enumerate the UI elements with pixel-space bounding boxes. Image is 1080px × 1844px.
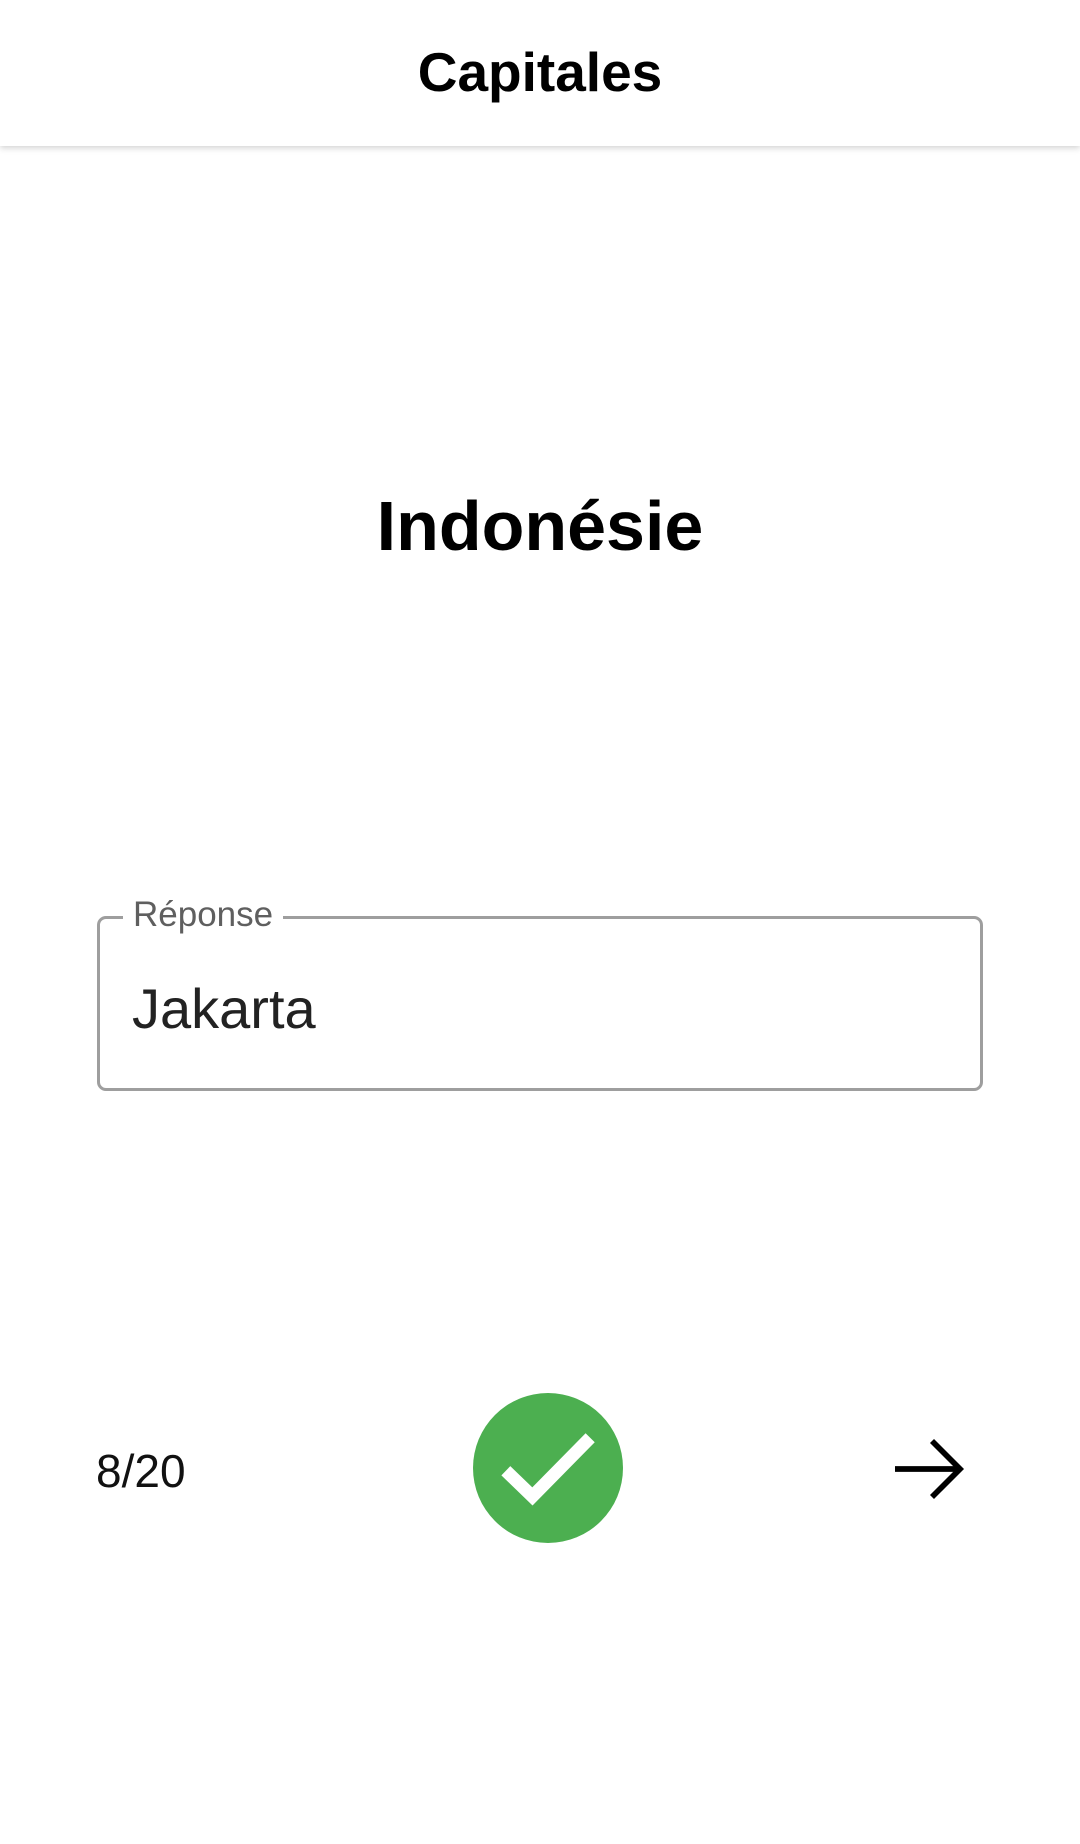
answer-field[interactable]: Réponse — [97, 893, 983, 1091]
check-icon — [501, 1433, 595, 1506]
app-title: Capitales — [417, 41, 663, 103]
next-button[interactable] — [880, 1424, 980, 1514]
arrow-right-icon — [895, 1438, 965, 1500]
app-bar: Capitales — [0, 0, 1080, 146]
country-question: Indonésie — [376, 487, 704, 565]
progress-counter: 8/20 — [96, 1445, 186, 1497]
correct-answer-badge — [473, 1393, 623, 1543]
answer-input[interactable] — [132, 971, 952, 1045]
answer-field-label: Réponse — [123, 893, 284, 937]
